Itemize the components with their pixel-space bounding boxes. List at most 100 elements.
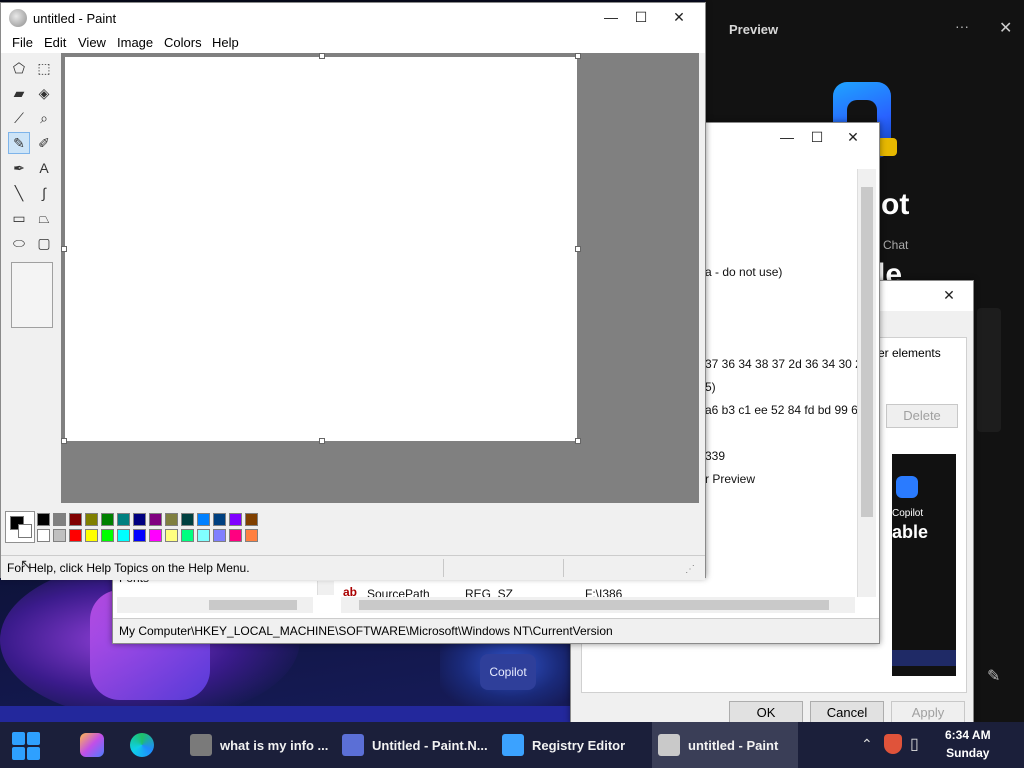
palette-swatch[interactable] xyxy=(213,513,226,526)
edge-icon[interactable] xyxy=(130,733,154,757)
taskbar-item[interactable]: Untitled - Paint.N... xyxy=(336,722,492,768)
eraser-icon[interactable]: ▰ xyxy=(8,82,30,104)
resize-handle[interactable] xyxy=(61,438,67,444)
resize-handle[interactable] xyxy=(61,246,67,252)
paint-maximize-button[interactable]: ☐ xyxy=(623,3,659,31)
preview-close-icon[interactable]: ✕ xyxy=(999,18,1012,38)
security-shield-icon[interactable] xyxy=(884,734,902,754)
scroll-thumb[interactable] xyxy=(209,600,297,610)
palette-swatch[interactable] xyxy=(245,529,258,542)
values-horizontal-scrollbar[interactable] xyxy=(341,597,855,613)
palette-swatch[interactable] xyxy=(229,529,242,542)
text-icon[interactable]: A xyxy=(33,157,55,179)
palette-swatch[interactable] xyxy=(69,513,82,526)
menu-help[interactable]: Help xyxy=(207,33,244,53)
scroll-thumb[interactable] xyxy=(359,600,829,610)
palette-swatch[interactable] xyxy=(197,529,210,542)
palette-swatch[interactable] xyxy=(149,529,162,542)
menu-edit[interactable]: Edit xyxy=(39,33,71,53)
preview-title: Preview xyxy=(729,22,779,37)
tree-horizontal-scrollbar[interactable] xyxy=(117,597,313,613)
preview-subtext: Chat xyxy=(883,238,909,252)
delete-button[interactable]: Delete xyxy=(886,404,958,428)
copilot-taskbar-icon[interactable] xyxy=(80,733,104,757)
palette-swatch[interactable] xyxy=(133,529,146,542)
palette-swatch[interactable] xyxy=(37,529,50,542)
magnifier-icon[interactable]: ⌕ xyxy=(33,107,55,129)
palette-swatch[interactable] xyxy=(149,513,162,526)
battery-icon[interactable]: ▯ xyxy=(910,734,919,754)
taskbar-item[interactable]: untitled - Paint xyxy=(652,722,798,768)
background-color[interactable] xyxy=(18,524,32,538)
current-colors[interactable] xyxy=(5,511,35,543)
clock[interactable]: 6:34 AM Sunday xyxy=(945,726,991,762)
dialog-close-icon[interactable]: ✕ xyxy=(931,281,967,309)
taskbar-item[interactable]: what is my info ... xyxy=(184,722,330,768)
more-options-icon[interactable]: ··· xyxy=(955,18,969,34)
palette-swatch[interactable] xyxy=(229,513,242,526)
palette-swatch[interactable] xyxy=(53,529,66,542)
taskbar-item[interactable]: Registry Editor xyxy=(496,722,648,768)
brush-icon[interactable]: ✐ xyxy=(33,132,55,154)
palette-swatch[interactable] xyxy=(69,529,82,542)
ellipse-icon[interactable]: ⬭ xyxy=(8,232,30,254)
start-button[interactable] xyxy=(12,732,40,760)
palette-swatch[interactable] xyxy=(165,513,178,526)
registry-value-text: r Preview xyxy=(705,472,756,486)
tree-scroll-down[interactable] xyxy=(317,581,334,595)
pen-icon[interactable]: ✎ xyxy=(987,666,1000,686)
menu-view[interactable]: View xyxy=(73,33,111,53)
menu-colors[interactable]: Colors xyxy=(159,33,207,53)
menu-image[interactable]: Image xyxy=(112,33,158,53)
windows-logo-icon xyxy=(27,747,40,760)
palette-swatch[interactable] xyxy=(85,529,98,542)
registry-value-text: 339 xyxy=(705,449,726,463)
paint-close-button[interactable]: ✕ xyxy=(661,3,697,31)
palette-swatch[interactable] xyxy=(117,529,130,542)
pre-badge-icon xyxy=(877,138,897,156)
registry-close-button[interactable]: ✕ xyxy=(835,123,871,151)
resize-grip-icon[interactable]: ⋰ xyxy=(685,564,695,575)
paint-titlebar: untitled - Paint — ☐ ✕ xyxy=(1,3,705,33)
status-divider xyxy=(443,559,444,577)
rounded-rect-icon[interactable]: ▢ xyxy=(33,232,55,254)
menu-file[interactable]: File xyxy=(7,33,38,53)
palette-swatch[interactable] xyxy=(181,513,194,526)
registry-value-text: a - do not use) xyxy=(705,265,783,279)
polygon-icon[interactable]: ⏢ xyxy=(33,207,55,229)
resize-handle[interactable] xyxy=(575,438,581,444)
registry-maximize-button[interactable]: ☐ xyxy=(799,123,835,151)
drawing-canvas[interactable] xyxy=(65,57,577,441)
airbrush-icon[interactable]: ✒ xyxy=(8,157,30,179)
palette-swatch[interactable] xyxy=(213,529,226,542)
color-picker-icon[interactable]: ⟋ xyxy=(8,107,30,129)
resize-handle[interactable] xyxy=(319,438,325,444)
palette-swatch[interactable] xyxy=(181,529,194,542)
line-icon[interactable]: ╲ xyxy=(8,182,30,204)
palette-swatch[interactable] xyxy=(133,513,146,526)
paint-menubar: File Edit View Image Colors Help xyxy=(1,33,705,53)
palette-swatch[interactable] xyxy=(37,513,50,526)
registry-vertical-scrollbar[interactable] xyxy=(857,169,876,597)
curve-icon[interactable]: ∫ xyxy=(33,182,55,204)
palette-swatch[interactable] xyxy=(165,529,178,542)
fill-bucket-icon[interactable]: ◈ xyxy=(33,82,55,104)
palette-swatch[interactable] xyxy=(53,513,66,526)
rect-select-icon[interactable]: ⬚ xyxy=(33,57,55,79)
palette-swatch[interactable] xyxy=(101,513,114,526)
free-form-select-icon[interactable]: ⬠ xyxy=(8,57,30,79)
resize-handle[interactable] xyxy=(575,246,581,252)
show-hidden-icons-icon[interactable]: ⌃ xyxy=(861,736,873,753)
palette-swatch[interactable] xyxy=(117,513,130,526)
palette-swatch[interactable] xyxy=(197,513,210,526)
scroll-thumb[interactable] xyxy=(861,187,873,517)
pencil-icon[interactable]: ✎ xyxy=(8,132,30,154)
palette-swatch[interactable] xyxy=(85,513,98,526)
tool-options-box[interactable] xyxy=(11,262,53,328)
palette-swatch[interactable] xyxy=(101,529,114,542)
resize-handle[interactable] xyxy=(575,53,581,59)
taskbar-item-label: untitled - Paint xyxy=(688,737,779,753)
palette-swatch[interactable] xyxy=(245,513,258,526)
resize-handle[interactable] xyxy=(319,53,325,59)
rectangle-icon[interactable]: ▭ xyxy=(8,207,30,229)
